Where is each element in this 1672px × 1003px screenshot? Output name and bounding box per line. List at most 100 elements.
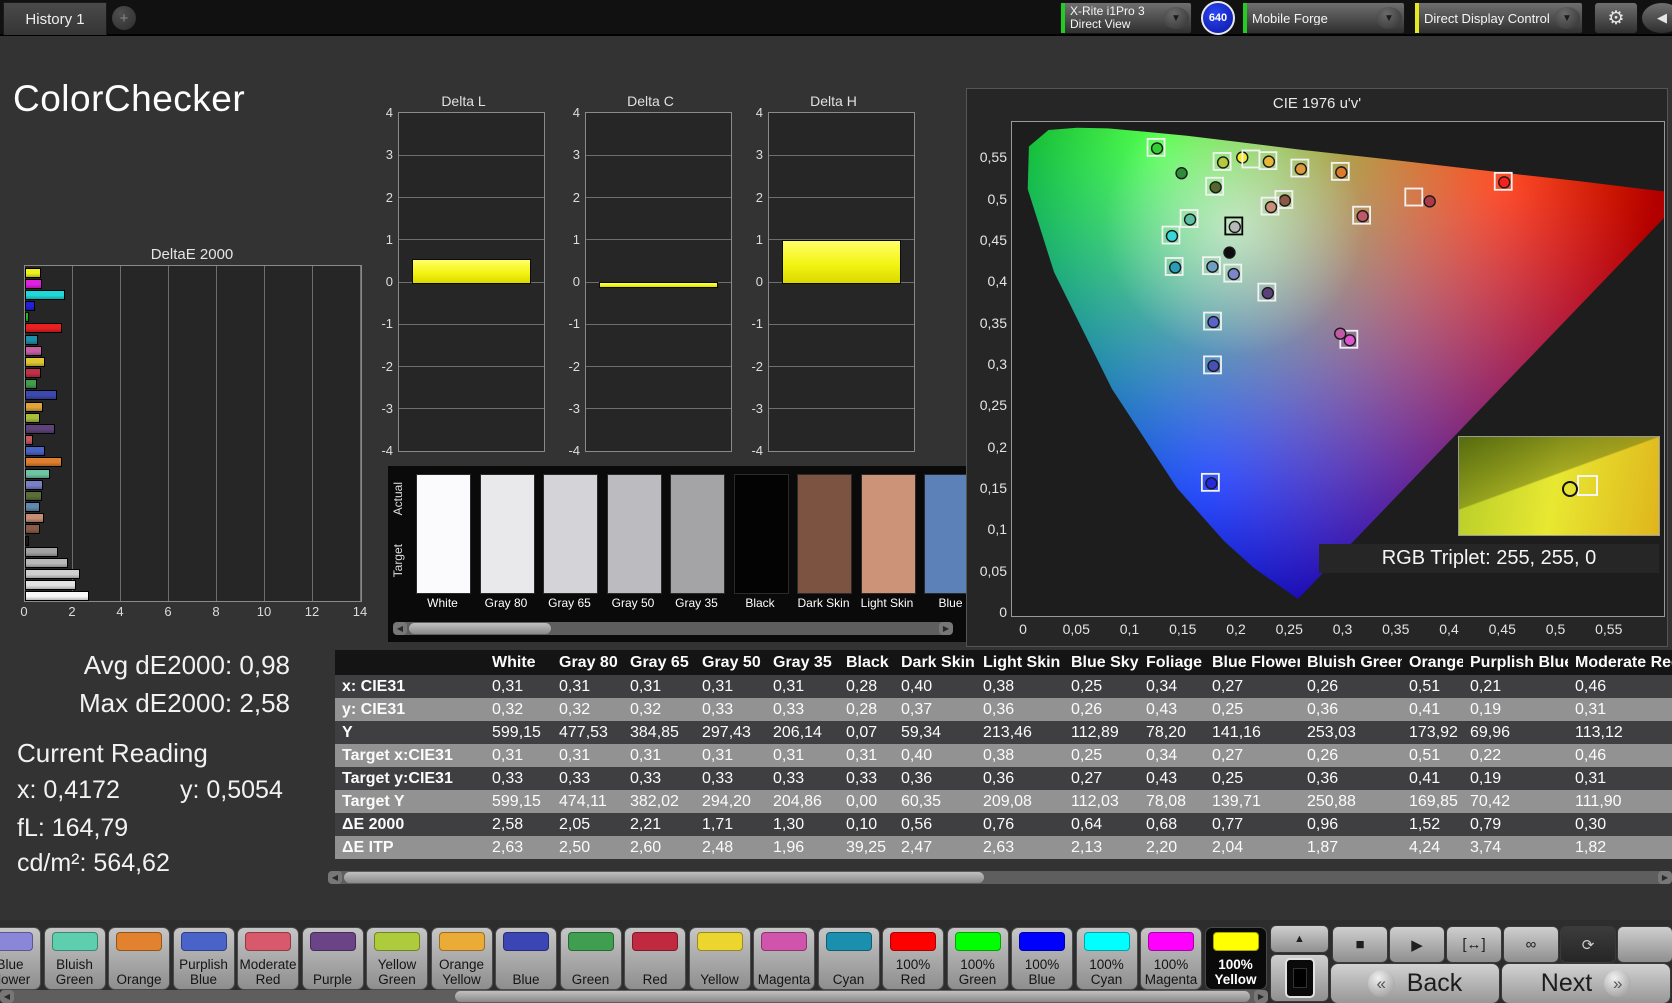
patch-button-purplish-blue[interactable]: Purplish Blue — [172, 927, 235, 990]
patch-button-100-red[interactable]: 100% Red — [882, 927, 944, 990]
y-tick-label: 2 — [755, 189, 763, 205]
scrollbar-thumb[interactable] — [455, 991, 1250, 1002]
patch-button-100-magenta[interactable]: 100% Magenta — [1140, 927, 1202, 990]
table-scrollbar[interactable]: ◀ ▶ — [328, 871, 1672, 884]
table-row[interactable]: ΔE ITP 2,63 2,50 2,60 2,48 1,96 39,25 2,47 2,63 2… — [335, 836, 1672, 859]
blank-button[interactable] — [1617, 926, 1672, 963]
table-cell: 0,25 — [1071, 677, 1103, 695]
deltae-bar-light-skin — [25, 513, 44, 524]
cie-zoom-inset — [1458, 436, 1660, 536]
y-tick-label: 0,55 — [979, 149, 1007, 166]
scroll-left-icon[interactable]: ◀ — [393, 622, 407, 635]
patch-button-green[interactable]: Green — [559, 927, 622, 990]
table-row[interactable]: Target x:CIE31 0,31 0,31 0,31 0,31 0,31 0,31 0,… — [335, 744, 1672, 767]
patch-button-cyan[interactable]: Cyan — [817, 927, 880, 990]
scroll-right-icon[interactable]: ▶ — [1254, 990, 1268, 1003]
patch-button-orange[interactable]: Orange — [108, 927, 170, 990]
table-cell: 2,58 — [492, 815, 524, 833]
scroll-left-icon[interactable]: ◀ — [328, 871, 342, 884]
scroll-right-icon[interactable]: ▶ — [939, 622, 953, 635]
table-cell: 0,31 — [773, 746, 805, 764]
column-header: Foliage — [1146, 653, 1203, 671]
pattern-bar-scrollbar[interactable]: ◀ ▶ — [0, 990, 1268, 1003]
table-row[interactable]: Target Y 599,15 474,11 382,02 294,20 204,86 0,… — [335, 790, 1672, 813]
swatch-gray-35[interactable] — [670, 474, 725, 594]
back-button[interactable]: « Back — [1330, 963, 1500, 1003]
patch-button-bluish-green[interactable]: Bluish Green — [43, 927, 106, 990]
gear-icon[interactable]: ⚙ — [1594, 2, 1638, 34]
swatch-label: Gray 80 — [484, 596, 528, 610]
loop-infinite-button[interactable]: ∞ — [1503, 926, 1559, 963]
table-cell: 1,96 — [773, 838, 805, 856]
table-cell: 0,31 — [492, 746, 524, 764]
patch-button-100-green[interactable]: 100% Green — [946, 927, 1009, 990]
table-cell: 0,33 — [773, 769, 805, 787]
table-cell: 2,50 — [559, 838, 591, 856]
swatch-gray-50[interactable] — [606, 474, 662, 594]
swatch-white[interactable] — [416, 474, 471, 594]
gridline — [399, 408, 544, 410]
patch-button-purple[interactable]: Purple — [301, 927, 364, 990]
swatch-black[interactable] — [733, 474, 789, 594]
tab-history-1[interactable]: History 1 — [3, 2, 107, 35]
row-label: Y — [342, 723, 353, 741]
patch-button-100-cyan[interactable]: 100% Cyan — [1075, 927, 1138, 990]
scrollbar-thumb[interactable] — [409, 623, 551, 634]
swatch-light-skin[interactable] — [860, 474, 916, 594]
chart-plot: 4 3 2 1 0 -1 -2 -3 -4 — [381, 105, 545, 458]
y-tick-label: 0,25 — [979, 397, 1007, 414]
patch-button-100-blue[interactable]: 100% Blue — [1011, 927, 1073, 990]
table-cell: 474,11 — [559, 792, 607, 810]
scrollbar-thumb[interactable] — [344, 872, 984, 883]
table-cell: 253,03 — [1307, 723, 1356, 741]
swatch-blue[interactable] — [924, 474, 969, 594]
display-dropdown[interactable]: Direct Display Control ▼ — [1414, 2, 1583, 34]
range-button[interactable]: [↔] — [1446, 926, 1502, 963]
patch-button-yellow-green[interactable]: Yellow Green — [366, 927, 428, 990]
swatch-gray-65[interactable] — [543, 474, 598, 594]
gridline — [769, 366, 914, 367]
swatch-scrollbar[interactable]: ◀ ▶ — [393, 622, 953, 635]
stop-button[interactable]: ■ — [1332, 926, 1388, 963]
refresh-button[interactable]: ⟳ — [1560, 926, 1616, 963]
table-cell: 0,27 — [1071, 769, 1103, 787]
scroll-left-icon[interactable]: ◀ — [0, 990, 14, 1003]
table-row[interactable]: y: CIE31 0,32 0,32 0,32 0,33 0,33 0,28 0,37 0,36… — [335, 698, 1672, 721]
patch-button-magenta[interactable]: Magenta — [753, 927, 815, 990]
scroll-right-icon[interactable]: ▶ — [1658, 871, 1672, 884]
table-row[interactable]: x: CIE31 0,31 0,31 0,31 0,31 0,31 0,28 0,40 0,38… — [335, 675, 1672, 698]
patch-button-moderate-red[interactable]: Moderate Red — [237, 927, 299, 990]
expand-up-button[interactable]: ▲ — [1270, 925, 1329, 953]
y-tick-label: 0 — [572, 274, 580, 289]
table-cell: 0,31 — [1575, 700, 1607, 718]
meter-count-badge[interactable]: 640 — [1201, 1, 1235, 35]
y-tick-label: -4 — [568, 443, 580, 458]
gridline — [769, 197, 914, 198]
table-cell: 2,48 — [702, 838, 734, 856]
table-cell: 0,41 — [1409, 769, 1441, 787]
table-cell: 0,28 — [846, 700, 878, 718]
add-tab-button[interactable]: + — [112, 6, 136, 30]
table-row[interactable]: Y 599,15 477,53 384,85 297,43 206,14 0,07 59,34… — [335, 721, 1672, 744]
swatch-gray-80[interactable] — [479, 474, 535, 594]
next-button[interactable]: Next » — [1501, 963, 1671, 1003]
patch-button-100-yellow[interactable]: 100% Yellow — [1204, 927, 1267, 990]
table-row[interactable]: Target y:CIE31 0,33 0,33 0,33 0,33 0,33 0,33 0,… — [335, 767, 1672, 790]
patch-button-orange-yellow[interactable]: Orange Yellow — [430, 927, 493, 990]
patch-button-label: Yellow — [700, 971, 739, 987]
patch-button-red[interactable]: Red — [624, 927, 686, 990]
page-title: ColorChecker — [13, 78, 246, 119]
table-row[interactable]: ΔE 2000 2,58 2,05 2,21 1,71 1,30 0,10 0,56 0,76 0… — [335, 813, 1672, 836]
window-pattern-button[interactable] — [1270, 954, 1329, 1002]
meter-dropdown[interactable]: X-Rite i1Pro 3 Direct View ▼ — [1060, 2, 1192, 34]
patch-button-blue[interactable]: Blue — [495, 927, 557, 990]
swatch-dark-skin[interactable] — [797, 474, 852, 594]
play-button[interactable]: ▶ — [1389, 926, 1445, 963]
chevron-left-icon[interactable]: ◀ — [1641, 2, 1672, 34]
source-dropdown[interactable]: Mobile Forge ▼ — [1242, 2, 1405, 34]
y-tick-label: 1 — [755, 231, 763, 247]
patch-button-blue-flower[interactable]: Blue Flower — [0, 927, 41, 990]
patch-button-label: Red — [642, 971, 668, 987]
patch-button-yellow[interactable]: Yellow — [688, 927, 751, 990]
gridline — [399, 323, 544, 325]
